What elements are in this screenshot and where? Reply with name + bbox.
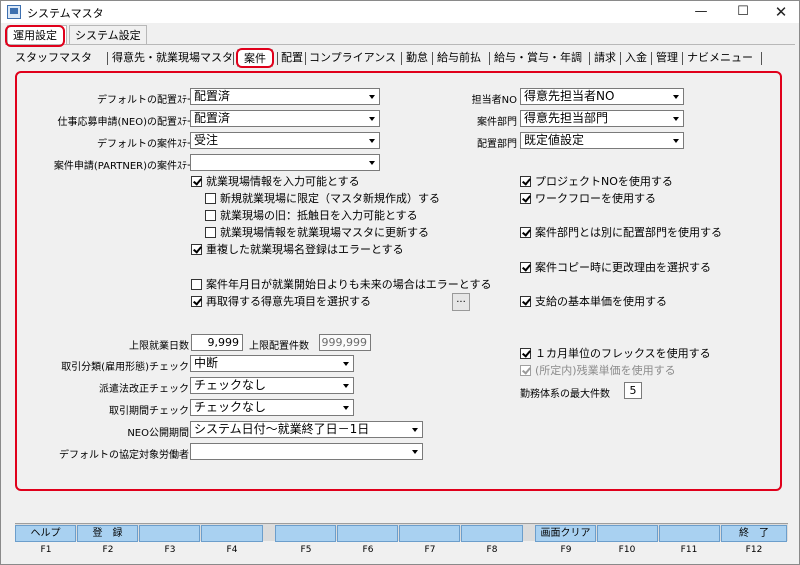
fkey-label: F11 xyxy=(680,545,698,555)
clear-screen-button[interactable]: 画面クリア xyxy=(535,525,596,542)
close-button[interactable]: ✕ xyxy=(761,1,800,23)
f7-button[interactable] xyxy=(399,525,460,542)
highlight-case-tab xyxy=(236,48,274,68)
tab-system-settings[interactable]: システム設定 xyxy=(69,25,147,45)
highlight-panel xyxy=(15,71,782,491)
fkey-label: F5 xyxy=(300,545,312,555)
title-bar: システムマスタ — ☐ ✕ xyxy=(1,1,799,23)
f11-button[interactable] xyxy=(659,525,720,542)
fkey-label: F4 xyxy=(226,545,238,555)
tab-divider xyxy=(5,44,795,45)
fkey-label: F3 xyxy=(164,545,176,555)
f4-button[interactable] xyxy=(201,525,263,542)
fkey-label: F7 xyxy=(424,545,436,555)
tab-separator xyxy=(651,52,652,65)
tab-separator xyxy=(682,52,683,65)
fkey-label: F1 xyxy=(40,545,52,555)
fkey-label: F2 xyxy=(102,545,114,555)
tab-billing[interactable]: 請求 xyxy=(594,49,616,67)
outer-tab-bar: 運用設定 システム設定 xyxy=(5,25,795,45)
inner-tab-bar: スタッフマスタ 得意先・就業現場マスタ 案件 配置 コンプライアンス 勤怠 給与… xyxy=(13,49,783,67)
minimize-button[interactable]: — xyxy=(681,1,721,23)
tab-separator xyxy=(401,52,402,65)
fkey-label: F8 xyxy=(486,545,498,555)
fkey-label: F6 xyxy=(362,545,374,555)
f5-button[interactable] xyxy=(275,525,336,542)
tab-attendance[interactable]: 勤怠 xyxy=(406,49,428,67)
fkey-label: F9 xyxy=(560,545,572,555)
tab-payment[interactable]: 入金 xyxy=(625,49,647,67)
tab-advance-pay[interactable]: 給与前払 xyxy=(437,49,481,67)
tab-separator xyxy=(761,52,762,65)
tab-separator xyxy=(432,52,433,65)
system-master-window: システムマスタ — ☐ ✕ 運用設定 システム設定 スタッフマスタ 得意先・就業… xyxy=(0,0,800,565)
fkey-label: F12 xyxy=(745,545,763,555)
tab-navi-menu[interactable]: ナビメニュー xyxy=(687,49,753,67)
tab-separator xyxy=(489,52,490,65)
f6-button[interactable] xyxy=(337,525,398,542)
f3-button[interactable] xyxy=(139,525,200,542)
tab-placement[interactable]: 配置 xyxy=(281,49,303,67)
tab-management[interactable]: 管理 xyxy=(656,49,678,67)
exit-button[interactable]: 終 了 xyxy=(721,525,787,542)
highlight-outer-tab xyxy=(5,25,65,47)
tab-separator xyxy=(620,52,621,65)
register-button[interactable]: 登 録 xyxy=(77,525,138,542)
f10-button[interactable] xyxy=(597,525,658,542)
tab-separator xyxy=(305,52,306,65)
tab-salary-bonus[interactable]: 給与・賞与・年調 xyxy=(494,49,582,67)
maximize-button[interactable]: ☐ xyxy=(723,1,763,23)
tab-client-site-master[interactable]: 得意先・就業現場マスタ xyxy=(112,49,233,67)
tab-staff-master[interactable]: スタッフマスタ xyxy=(15,49,92,67)
help-button[interactable]: ヘルプ xyxy=(15,525,76,542)
tab-compliance[interactable]: コンプライアンス xyxy=(309,49,396,67)
tab-separator xyxy=(233,52,234,65)
app-icon xyxy=(7,5,21,19)
tab-separator xyxy=(107,52,108,65)
fkey-label: F10 xyxy=(618,545,636,555)
tab-separator xyxy=(277,52,278,65)
tab-separator xyxy=(589,52,590,65)
window-title: システムマスタ xyxy=(27,7,104,20)
f8-button[interactable] xyxy=(461,525,523,542)
